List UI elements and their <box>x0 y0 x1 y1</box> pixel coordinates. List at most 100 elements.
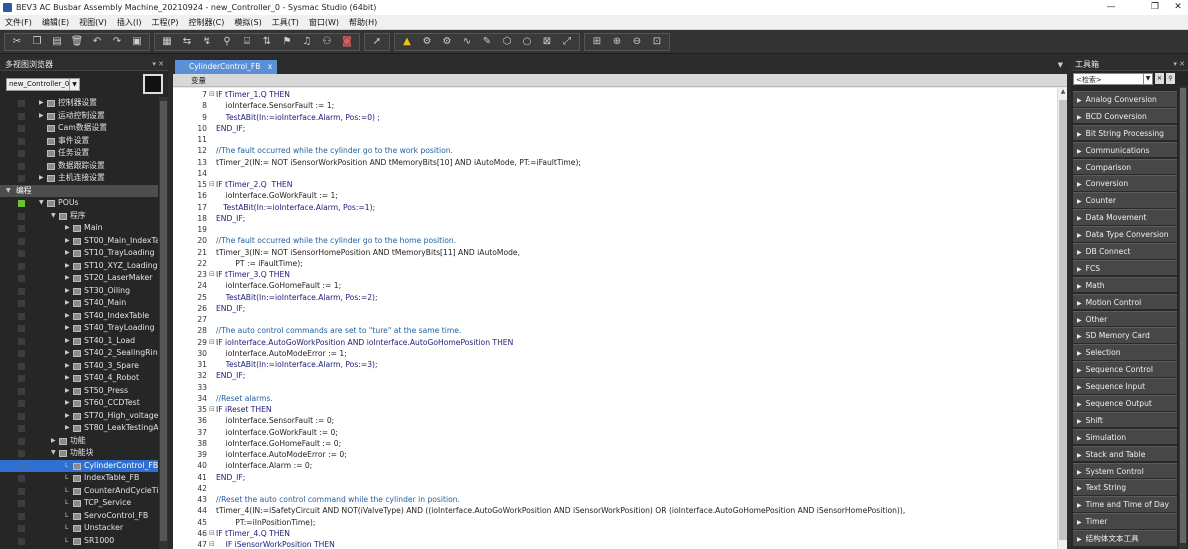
close-window-button[interactable]: ✕ <box>1168 0 1188 15</box>
expand-arrow-icon[interactable]: ▼ <box>6 185 11 198</box>
code-line[interactable]: 43 //Reset the auto control command while… <box>173 494 1053 505</box>
controller-status-button[interactable] <box>143 74 163 94</box>
menu-item[interactable]: 编辑(E) <box>37 15 74 30</box>
tree-item[interactable]: ▶ ST40_1_Load <box>0 335 158 348</box>
toolbox-search-input[interactable]: <检索> ▼ <box>1073 72 1153 85</box>
tree-item[interactable]: ▼ POUs <box>0 197 158 210</box>
expand-arrow-icon[interactable]: ▶ <box>65 422 70 435</box>
code-line[interactable]: 37 ioInterface.GoWorkFault := 0; <box>173 427 1053 438</box>
expand-arrow-icon[interactable]: ▶ <box>65 272 70 285</box>
tree-branch-icon[interactable]: L <box>65 497 68 510</box>
menu-item[interactable]: 文件(F) <box>0 15 37 30</box>
expand-arrow-icon[interactable]: ▶ <box>65 222 70 235</box>
tree-item[interactable]: ▶ ST70_High_voltageInsulati <box>0 410 158 423</box>
tree-branch-icon[interactable]: L <box>65 522 68 535</box>
code-line[interactable]: 34 //Reset alarms. <box>173 393 1053 404</box>
fold-toggle-icon[interactable]: ⊟ <box>209 337 215 348</box>
menu-item[interactable]: 工具(T) <box>267 15 304 30</box>
transfer-icon[interactable]: ↯ <box>200 35 214 49</box>
sync-icon[interactable]: ⇅ <box>260 35 274 49</box>
tree-item[interactable]: ▶ ST20_LaserMaker <box>0 272 158 285</box>
tree-branch-icon[interactable]: L <box>65 485 68 498</box>
expand-arrow-icon[interactable]: ▶ <box>1077 148 1082 155</box>
tree-item[interactable]: 事件设置 <box>0 135 158 148</box>
toolbox-category[interactable]: ▶ Simulation <box>1073 428 1177 446</box>
code-line[interactable]: 13 tTimer_2(IN:= NOT iSensorWorkPosition … <box>173 157 1053 168</box>
tree-item[interactable]: L IndexTable_FB <box>0 472 158 485</box>
tree-branch-icon[interactable]: L <box>65 472 68 485</box>
tree-item[interactable]: ▶ 功能 <box>0 435 158 448</box>
toolbox-category[interactable]: ▶ Comparison <box>1073 158 1177 176</box>
expand-arrow-icon[interactable]: ▶ <box>65 297 70 310</box>
chevron-down-icon[interactable]: ▼ <box>1143 73 1152 84</box>
code-line[interactable]: 10 END_IF; <box>173 123 1053 134</box>
code-line[interactable]: 20 //The fault occurred while the cylinde… <box>173 235 1053 246</box>
expand-arrow-icon[interactable]: ▶ <box>65 310 70 323</box>
search-icon[interactable]: ⚲ <box>1166 73 1175 84</box>
tree-item[interactable]: ▶ ST10_TrayLoading <box>0 247 158 260</box>
tree-item[interactable]: L CounterAndCycleTime_FB <box>0 485 158 498</box>
toolbox-category[interactable]: ▶ System Control <box>1073 462 1177 480</box>
expand-arrow-icon[interactable]: ▶ <box>65 397 70 410</box>
toolbox-category[interactable]: ▶ Motion Control <box>1073 293 1177 311</box>
build-icon[interactable]: ▣ <box>130 35 144 49</box>
toolbox-category[interactable]: ▶ Bit String Processing <box>1073 124 1177 142</box>
expand-arrow-icon[interactable]: ▶ <box>1077 215 1082 222</box>
sim-pause-icon[interactable]: ∿ <box>460 35 474 49</box>
search-clear-icon[interactable]: ✕ <box>1155 73 1164 84</box>
expand-arrow-icon[interactable]: ▼ <box>51 447 56 460</box>
toolbox-scrollbar[interactable] <box>1179 86 1187 549</box>
code-line[interactable]: 32 END_IF; <box>173 370 1053 381</box>
code-line[interactable]: 25 TestABit(In:=ioInterface.Alarm, Pos:=… <box>173 292 1053 303</box>
toolbox-category[interactable]: ▶ SD Memory Card <box>1073 327 1177 344</box>
expand-arrow-icon[interactable]: ▶ <box>1077 536 1082 543</box>
fold-toggle-icon[interactable]: ⊟ <box>209 89 215 100</box>
tree-branch-icon[interactable]: L <box>65 510 68 523</box>
expand-arrow-icon[interactable]: ▶ <box>39 97 44 110</box>
controller-select[interactable]: new_Controller_0 ▼ <box>6 77 80 91</box>
tree-item[interactable]: ▶ 主机连接设置 <box>0 172 158 185</box>
expand-arrow-icon[interactable]: ▶ <box>1077 519 1082 526</box>
fold-toggle-icon[interactable]: ⊟ <box>209 179 215 190</box>
code-line[interactable]: 23 ⊟ IF tTimer_3.Q THEN <box>173 269 1053 280</box>
sim-breakpoint-icon[interactable]: ✎ <box>480 35 494 49</box>
menu-item[interactable]: 模拟(S) <box>229 15 266 30</box>
tree-item[interactable]: ▶ 运动控制设置 <box>0 110 158 123</box>
zoom-reset-icon[interactable]: ⊡ <box>650 35 664 49</box>
code-line[interactable]: 19 <box>173 224 1053 235</box>
warning-icon[interactable]: ▲ <box>400 35 414 49</box>
expand-arrow-icon[interactable]: ▶ <box>39 172 44 185</box>
toolbox-pin-icon[interactable]: ▾ ✕ <box>1173 58 1185 71</box>
expand-arrow-icon[interactable]: ▶ <box>1077 114 1082 121</box>
expand-arrow-icon[interactable]: ▶ <box>65 372 70 385</box>
tree-item[interactable]: ▼ 功能块 <box>0 447 158 460</box>
expand-arrow-icon[interactable]: ▶ <box>65 347 70 360</box>
toolbox-category[interactable]: ▶ Other <box>1073 310 1177 328</box>
menu-item[interactable]: 视图(V) <box>74 15 112 30</box>
tab-cylindercontrol-fb[interactable]: CylinderControl_FB x <box>175 60 278 74</box>
toolbox-category[interactable]: ▶ Stack and Table <box>1073 445 1177 463</box>
scroll-up-icon[interactable]: ▲ <box>1058 88 1067 98</box>
tree-item[interactable]: ▶ ST00_Main_IndexTable <box>0 235 158 248</box>
code-line[interactable]: 15 ⊟ IF tTimer_2.Q THEN <box>173 179 1053 190</box>
tree-item[interactable]: ▶ Main <box>0 222 158 235</box>
fold-toggle-icon[interactable]: ⊟ <box>209 528 215 539</box>
expand-arrow-icon[interactable]: ▶ <box>1077 485 1082 492</box>
code-line[interactable]: 44 tTimer_4(IN:=iSafetyCircuit AND NOT(iV… <box>173 505 1053 516</box>
code-line[interactable]: 30 ioInterface.AutoModeError := 1; <box>173 348 1053 359</box>
code-line[interactable]: 9 TestABit(In:=ioInterface.Alarm, Pos:=0… <box>173 112 1053 123</box>
expand-arrow-icon[interactable]: ▶ <box>51 435 56 448</box>
tree-item[interactable]: ▶ ST40_2_SealingRingAssem <box>0 347 158 360</box>
expand-arrow-icon[interactable]: ▶ <box>1077 502 1082 509</box>
code-line[interactable]: 41 END_IF; <box>173 472 1053 483</box>
copy-icon[interactable]: ❐ <box>30 35 44 49</box>
expand-arrow-icon[interactable]: ▶ <box>65 260 70 273</box>
code-line[interactable]: 36 ioInterface.SensorFault := 0; <box>173 415 1053 426</box>
code-line[interactable]: 12 //The fault occurred while the cylinde… <box>173 145 1053 156</box>
toolbox-category[interactable]: ▶ Sequence Control <box>1073 361 1177 378</box>
undo-icon[interactable]: ↶ <box>90 35 104 49</box>
view-icon[interactable]: ▦ <box>160 35 174 49</box>
menu-item[interactable]: 工程(P) <box>146 15 183 30</box>
tree-item[interactable]: 任务设置 <box>0 147 158 160</box>
expand-arrow-icon[interactable]: ▶ <box>1077 435 1082 442</box>
